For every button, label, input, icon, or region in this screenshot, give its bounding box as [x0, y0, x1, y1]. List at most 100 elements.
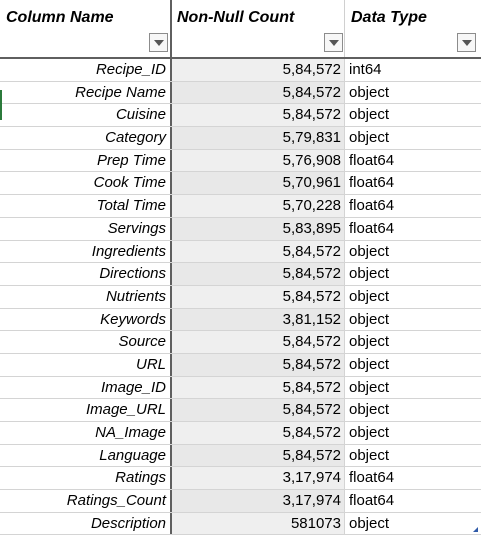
cell-non-null-count[interactable]: 5,70,961	[172, 172, 345, 195]
cell-column-name[interactable]: Cook Time	[0, 172, 172, 195]
cell-non-null-count[interactable]: 5,84,572	[172, 59, 345, 81]
cell-data-type[interactable]: object	[345, 82, 481, 104]
table-row: URL 5,84,572 object	[0, 353, 481, 377]
cell-data-type[interactable]: object	[345, 354, 481, 376]
cell-data-type[interactable]: object	[345, 513, 481, 535]
cell-data-type[interactable]: object	[345, 377, 481, 399]
cell-data-type[interactable]: float64	[345, 150, 481, 172]
header-column-name[interactable]: Column Name	[0, 0, 172, 57]
cell-non-null-count[interactable]: 5,84,572	[172, 376, 345, 399]
cell-column-name[interactable]: Keywords	[0, 308, 172, 331]
table-row: Keywords 3,81,152 object	[0, 308, 481, 332]
cell-non-null-count[interactable]: 5,84,572	[172, 422, 345, 444]
cell-column-name[interactable]: Description	[0, 512, 172, 535]
filter-column-name-button[interactable]	[149, 33, 168, 52]
cell-data-type[interactable]: object	[345, 104, 481, 126]
cell-data-type[interactable]: object	[345, 263, 481, 285]
table-row: Image_URL 5,84,572 object	[0, 399, 481, 422]
cell-non-null-count[interactable]: 5,76,908	[172, 149, 345, 172]
cell-non-null-count[interactable]: 5,84,572	[172, 240, 345, 263]
cell-column-name[interactable]: Language	[0, 444, 172, 467]
header-data-type[interactable]: Data Type	[345, 0, 481, 57]
cell-column-name[interactable]: Ratings	[0, 467, 172, 490]
cell-data-type[interactable]: object	[345, 399, 481, 421]
cell-non-null-count[interactable]: 5,84,572	[172, 285, 345, 308]
selection-edge-marker	[0, 90, 2, 120]
cell-column-name[interactable]: Ingredients	[0, 240, 172, 263]
cell-data-type[interactable]: object	[345, 127, 481, 149]
table-row: Directions 5,84,572 object	[0, 263, 481, 286]
dropdown-arrow-icon	[154, 40, 164, 46]
cell-column-name[interactable]: Nutrients	[0, 285, 172, 308]
table-row: Category 5,79,831 object	[0, 127, 481, 150]
header-data-type-label: Data Type	[351, 9, 427, 26]
cell-non-null-count[interactable]: 5,83,895	[172, 217, 345, 240]
filter-data-type-button[interactable]	[457, 33, 476, 52]
header-column-name-label: Column Name	[6, 9, 114, 26]
table-row: Ratings 3,17,974 float64	[0, 467, 481, 491]
table-resize-handle[interactable]	[473, 527, 478, 532]
dropdown-arrow-icon	[329, 40, 339, 46]
cell-data-type[interactable]: object	[345, 445, 481, 467]
cell-non-null-count[interactable]: 5,84,572	[172, 399, 345, 421]
table-row: Prep Time 5,76,908 float64	[0, 149, 481, 173]
cell-column-name[interactable]: Recipe_ID	[0, 59, 172, 81]
cell-data-type[interactable]: float64	[345, 490, 481, 512]
cell-column-name[interactable]: Image_ID	[0, 376, 172, 399]
cell-non-null-count[interactable]: 5,84,572	[172, 104, 345, 127]
cell-data-type[interactable]: object	[345, 331, 481, 353]
header-non-null-count[interactable]: Non-Null Count	[172, 0, 345, 57]
dropdown-arrow-icon	[462, 40, 472, 46]
table-row: Recipe_ID 5,84,572 int64	[0, 59, 481, 82]
header-non-null-count-label: Non-Null Count	[177, 9, 295, 26]
spreadsheet-table: Column Name Non-Null Count Data Type Rec…	[0, 0, 481, 535]
cell-non-null-count[interactable]: 5,84,572	[172, 444, 345, 467]
cell-non-null-count[interactable]: 5,79,831	[172, 127, 345, 149]
cell-column-name[interactable]: NA_Image	[0, 422, 172, 444]
table-body: Recipe_ID 5,84,572 int64 Recipe Name 5,84,57…	[0, 59, 481, 535]
cell-column-name[interactable]: Prep Time	[0, 149, 172, 172]
table-row: NA_Image 5,84,572 object	[0, 422, 481, 445]
table-row: Servings 5,83,895 float64	[0, 217, 481, 241]
table-row: Source 5,84,572 object	[0, 331, 481, 354]
cell-non-null-count[interactable]: 581073	[172, 512, 345, 535]
cell-data-type[interactable]: float64	[345, 467, 481, 489]
table-row: Nutrients 5,84,572 object	[0, 285, 481, 309]
cell-column-name[interactable]: Directions	[0, 263, 172, 285]
filter-non-null-count-button[interactable]	[324, 33, 343, 52]
header-row: Column Name Non-Null Count Data Type	[0, 0, 481, 59]
cell-column-name[interactable]: Cuisine	[0, 104, 172, 127]
cell-non-null-count[interactable]: 3,17,974	[172, 467, 345, 490]
table-row: Cook Time 5,70,961 float64	[0, 172, 481, 196]
table-row: Image_ID 5,84,572 object	[0, 376, 481, 400]
table-row: Cuisine 5,84,572 object	[0, 104, 481, 128]
cell-data-type[interactable]: float64	[345, 218, 481, 240]
cell-non-null-count[interactable]: 5,84,572	[172, 263, 345, 285]
cell-data-type[interactable]: float64	[345, 195, 481, 217]
cell-non-null-count[interactable]: 5,84,572	[172, 353, 345, 376]
table-row: Description 581073 object	[0, 512, 481, 535]
table-row: Ratings_Count 3,17,974 float64	[0, 490, 481, 513]
cell-column-name[interactable]: Ratings_Count	[0, 490, 172, 512]
cell-non-null-count[interactable]: 3,81,152	[172, 308, 345, 331]
table-row: Language 5,84,572 object	[0, 444, 481, 468]
cell-column-name[interactable]: Total Time	[0, 195, 172, 217]
cell-column-name[interactable]: Recipe Name	[0, 81, 172, 104]
cell-column-name[interactable]: URL	[0, 353, 172, 376]
cell-data-type[interactable]: object	[345, 309, 481, 331]
cell-data-type[interactable]: float64	[345, 172, 481, 194]
cell-data-type[interactable]: object	[345, 422, 481, 444]
cell-data-type[interactable]: object	[345, 241, 481, 263]
table-row: Total Time 5,70,228 float64	[0, 195, 481, 218]
cell-column-name[interactable]: Servings	[0, 217, 172, 240]
cell-column-name[interactable]: Category	[0, 127, 172, 149]
cell-non-null-count[interactable]: 5,70,228	[172, 195, 345, 217]
cell-non-null-count[interactable]: 3,17,974	[172, 490, 345, 512]
cell-data-type[interactable]: int64	[345, 59, 481, 81]
table-row: Ingredients 5,84,572 object	[0, 240, 481, 264]
cell-non-null-count[interactable]: 5,84,572	[172, 331, 345, 353]
cell-non-null-count[interactable]: 5,84,572	[172, 81, 345, 104]
cell-column-name[interactable]: Image_URL	[0, 399, 172, 421]
cell-data-type[interactable]: object	[345, 286, 481, 308]
cell-column-name[interactable]: Source	[0, 331, 172, 353]
